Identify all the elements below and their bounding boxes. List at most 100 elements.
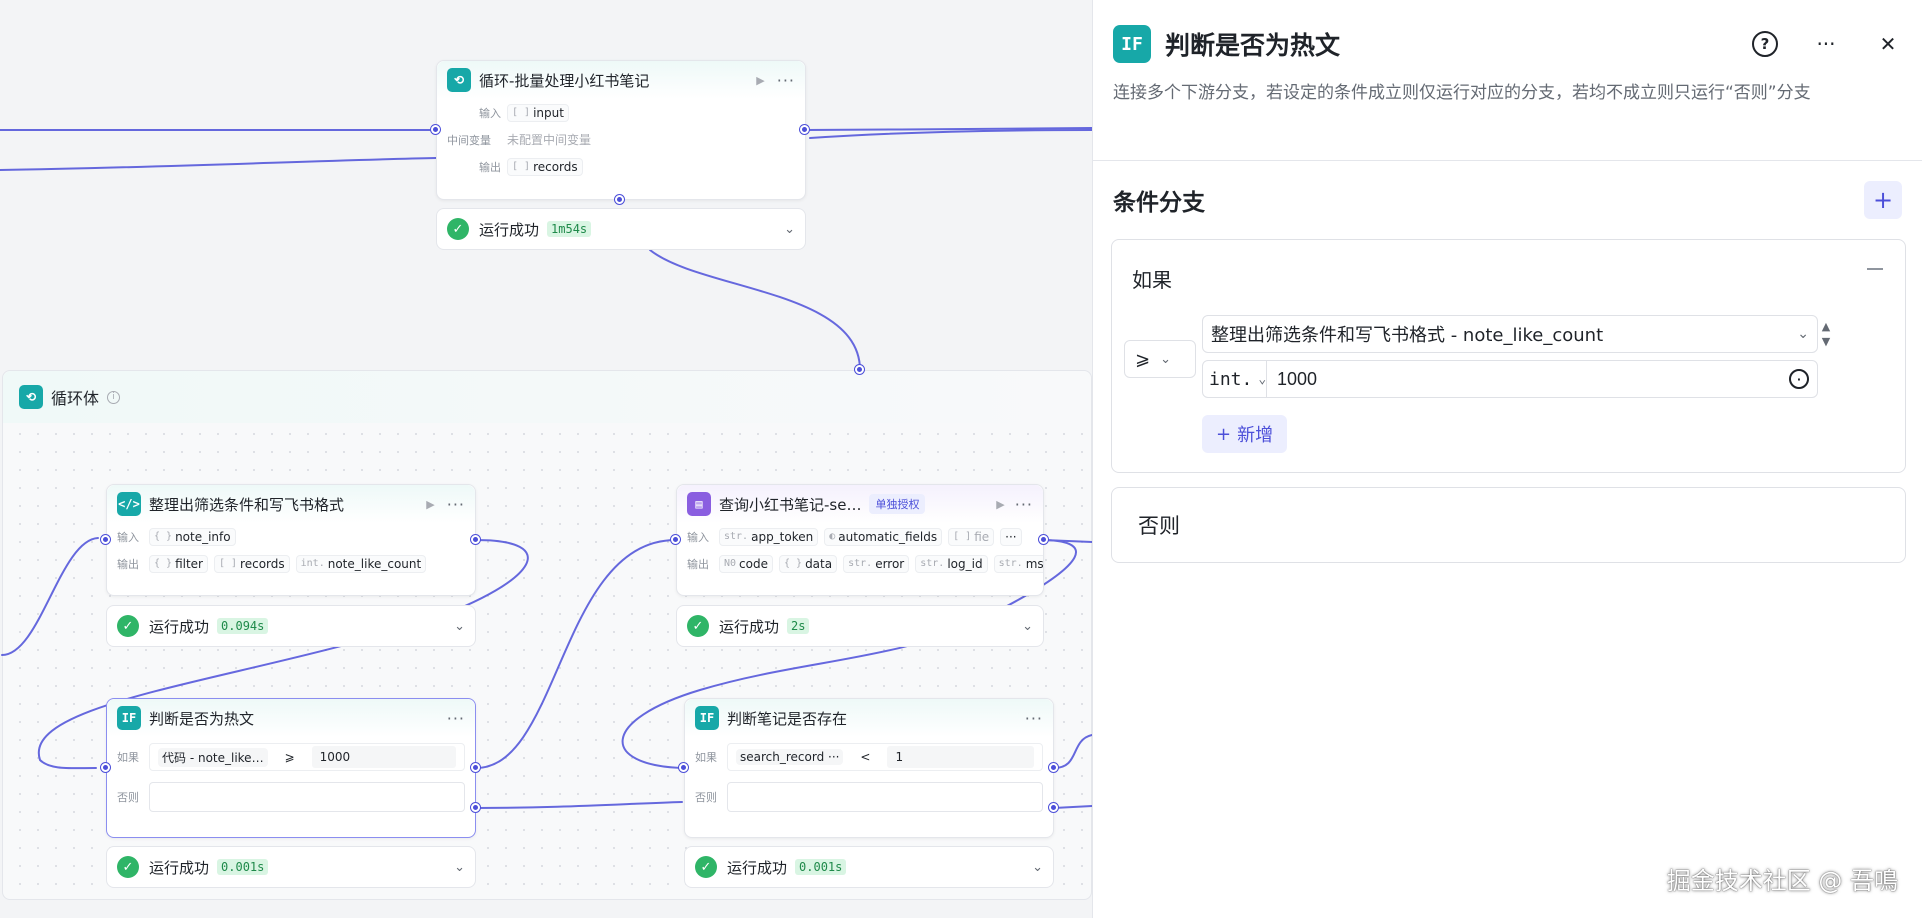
condition-left: search_record ···	[736, 749, 844, 765]
run-icon[interactable]: ▶	[756, 74, 764, 87]
query-out-port[interactable]	[1039, 535, 1048, 544]
more-tags-icon[interactable]: ···	[1000, 527, 1022, 546]
condition-operator: <	[860, 750, 871, 764]
chevron-down-icon[interactable]: ⌄	[454, 860, 465, 875]
chevron-down-icon[interactable]: ⌄	[454, 619, 465, 634]
left-value-select[interactable]: 整理出筛选条件和写飞书格式 - note_like_count ⌄	[1202, 315, 1818, 353]
variable-icon[interactable]: ·	[1789, 369, 1809, 389]
help-icon[interactable]: ?	[1752, 31, 1778, 57]
success-icon: ✓	[695, 856, 717, 878]
right-value-input[interactable]: int. ⌄ 1000 ·	[1202, 360, 1818, 398]
if-label: 如果	[1132, 268, 1172, 292]
input-tag: [ ] fie	[948, 527, 995, 546]
run-icon[interactable]: ▶	[996, 498, 1004, 511]
add-condition-button[interactable]: + 新增	[1202, 415, 1288, 453]
exists-status[interactable]: ✓ 运行成功 0.001s ⌄	[684, 846, 1054, 888]
loop-body-icon: ⟲	[19, 385, 43, 409]
info-icon[interactable]: i	[107, 390, 121, 404]
loop-body-title: 循环体	[51, 389, 100, 408]
if-node[interactable]: IF 判断是否为热文 ··· 如果 代码 - note_like… ⩾ 1000…	[106, 698, 476, 838]
more-icon[interactable]: ···	[777, 71, 795, 90]
type-select[interactable]: int. ⌄	[1203, 361, 1267, 397]
loop-body-port[interactable]	[615, 195, 624, 204]
node-config-panel: IF 判断是否为热文 ? ··· ✕ 连接多个下游分支，若设定的条件成立则仅运行…	[1092, 0, 1922, 918]
run-time: 0.094s	[217, 618, 269, 634]
exists-node-title: 判断笔记是否存在	[727, 709, 848, 728]
mid-label: 中间变量	[447, 133, 491, 147]
operator-select[interactable]: ⩾ ⌄	[1124, 340, 1196, 378]
status-text: 运行成功	[727, 858, 788, 877]
output-label: 输出	[117, 557, 139, 571]
run-time: 1m54s	[547, 221, 592, 237]
auth-badge[interactable]: 单独授权	[869, 494, 926, 514]
chevron-down-icon[interactable]: ⌄	[784, 222, 795, 237]
exists-in-port[interactable]	[679, 763, 688, 772]
status-text: 运行成功	[479, 220, 540, 239]
more-icon[interactable]: ···	[447, 495, 465, 514]
status-text: 运行成功	[719, 617, 780, 636]
exists-else-port[interactable]	[1049, 803, 1058, 812]
loop-icon: ⟲	[447, 68, 471, 92]
left-value: 整理出筛选条件和写飞书格式 - note_like_count	[1211, 325, 1604, 346]
run-time: 0.001s	[217, 859, 269, 875]
code-status[interactable]: ✓ 运行成功 0.094s ⌄	[106, 605, 476, 647]
chevron-down-icon: ⌄	[1160, 351, 1171, 367]
mid-value: 未配置中间变量	[507, 133, 592, 147]
loop-body-in-port[interactable]	[855, 365, 864, 374]
add-branch-button[interactable]: +	[1864, 181, 1902, 219]
code-node[interactable]: </> 整理出筛选条件和写飞书格式 ▶ ··· 输入 { } note_info …	[106, 484, 476, 596]
code-node-title: 整理出筛选条件和写飞书格式	[149, 495, 345, 514]
output-tag: { } data	[779, 554, 838, 573]
close-icon[interactable]: ✕	[1874, 30, 1902, 58]
query-node-title: 查询小红书笔记-se…	[719, 495, 862, 514]
query-status[interactable]: ✓ 运行成功 2s ⌄	[676, 605, 1044, 647]
code-out-port[interactable]	[471, 535, 480, 544]
query-node[interactable]: ▤ 查询小红书笔记-se… 单独授权 ▶ ··· 输入 str. app_toke…	[676, 484, 1044, 596]
code-in-port[interactable]	[101, 535, 110, 544]
chevron-down-icon[interactable]: ⌄	[1022, 619, 1033, 634]
exists-node[interactable]: IF 判断笔记是否存在 ··· 如果 search_record ··· < 1…	[684, 698, 1054, 838]
more-icon[interactable]: ···	[447, 709, 465, 728]
loop-in-port[interactable]	[431, 125, 440, 134]
input-tag: ◐ automatic_fields	[824, 527, 943, 546]
success-icon: ✓	[687, 615, 709, 637]
more-icon[interactable]: ···	[1015, 495, 1033, 514]
if-icon: IF	[117, 706, 141, 730]
more-icon[interactable]: ···	[1812, 30, 1840, 58]
loop-out-port[interactable]	[800, 125, 809, 134]
run-time: 0.001s	[795, 859, 847, 875]
else-branch[interactable]	[727, 782, 1043, 812]
if-status[interactable]: ✓ 运行成功 0.001s ⌄	[106, 846, 476, 888]
output-label: 输出	[687, 557, 709, 571]
type-value: int.	[1209, 368, 1253, 390]
workflow-canvas[interactable]: ⟲ 循环-批量处理小红书笔记 ▶ ··· 输入 [ ] input 中间变量 未配…	[0, 0, 1092, 918]
panel-title[interactable]: 判断是否为热文	[1165, 26, 1340, 62]
condition-row[interactable]: search_record ··· < 1	[727, 743, 1043, 771]
run-time: 2s	[787, 618, 810, 634]
output-tag: int. note_like_count	[295, 554, 427, 573]
output-tag: str. log_id	[915, 554, 988, 573]
if-in-port[interactable]	[101, 763, 110, 772]
if-true-port[interactable]	[471, 763, 480, 772]
more-icon[interactable]: ···	[1025, 709, 1043, 728]
if-else-port[interactable]	[471, 803, 480, 812]
loop-node[interactable]: ⟲ 循环-批量处理小红书笔记 ▶ ··· 输入 [ ] input 中间变量 未配…	[436, 60, 806, 200]
loop-status[interactable]: ✓ 运行成功 1m54s ⌄	[436, 208, 806, 250]
query-in-port[interactable]	[671, 535, 680, 544]
remove-branch-icon[interactable]	[1867, 268, 1883, 270]
output-tag: [ ] records	[507, 157, 583, 176]
exists-true-port[interactable]	[1049, 763, 1058, 772]
if-label: 如果	[117, 751, 139, 764]
wire-loop-out-2	[809, 129, 1092, 139]
status-text: 运行成功	[149, 858, 210, 877]
condition-left: 代码 - note_like…	[158, 747, 268, 767]
right-value[interactable]: 1000	[1267, 369, 1327, 390]
run-icon[interactable]: ▶	[426, 498, 434, 511]
input-label: 输入	[687, 530, 709, 544]
else-branch[interactable]	[149, 782, 465, 812]
chevron-down-icon[interactable]: ⌄	[1032, 860, 1043, 875]
stepper-icon[interactable]: ▲ ▼	[1812, 315, 1840, 353]
condition-row[interactable]: 代码 - note_like… ⩾ 1000	[149, 743, 465, 771]
status-text: 运行成功	[149, 617, 210, 636]
output-tag: { } filter	[149, 554, 208, 573]
